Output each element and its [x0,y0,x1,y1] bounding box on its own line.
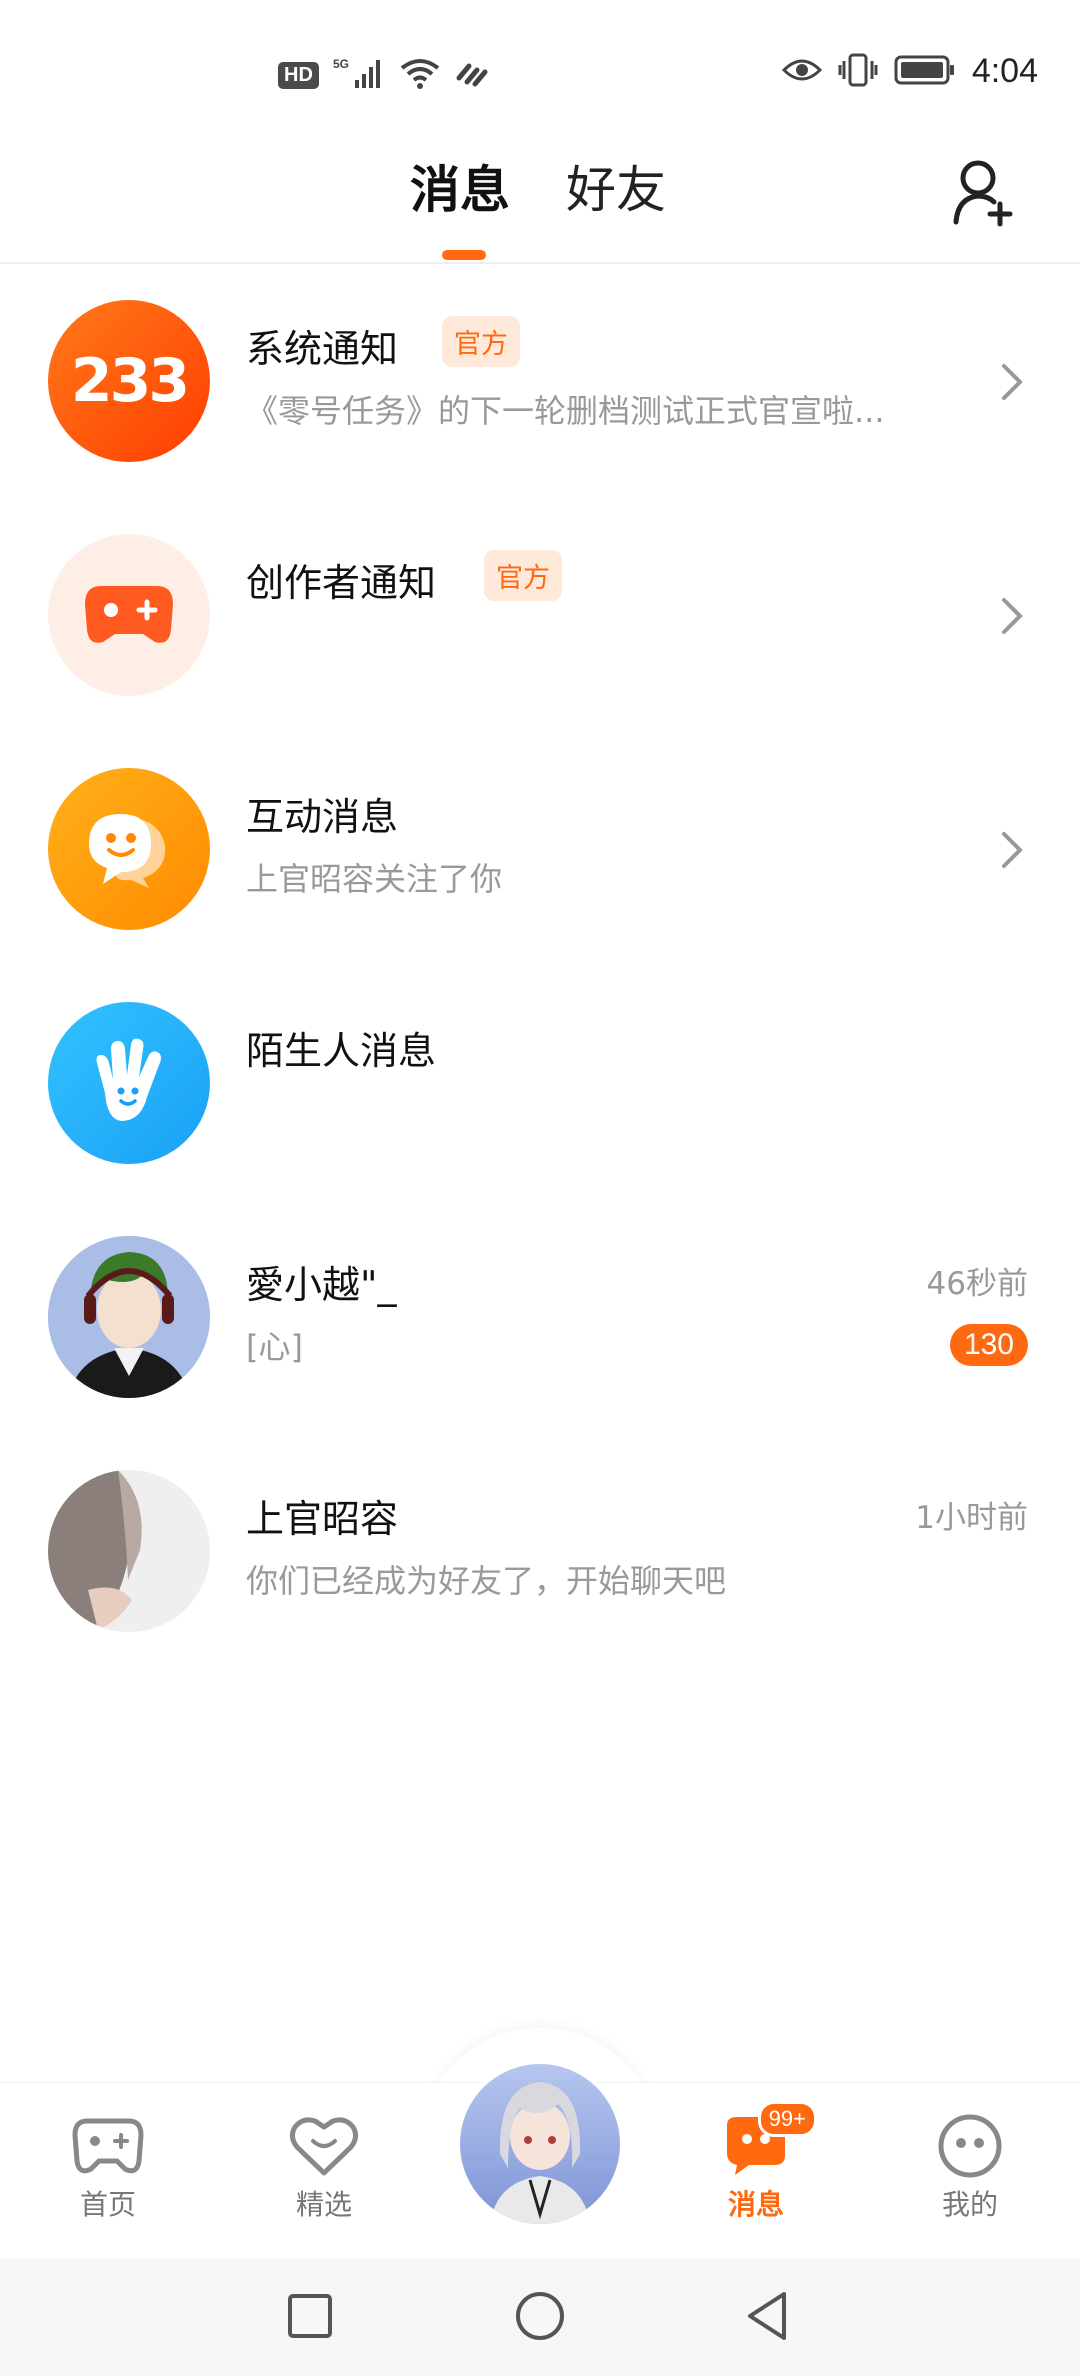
tab-messages[interactable]: 消息 [410,150,510,222]
conversation-title: 系统通知 [246,327,399,371]
chevron-right-icon [998,830,1026,870]
conversation-preview: 你们已经成为好友了，开始聊天吧 [246,1562,727,1600]
status-left: HD 5G [278,56,489,94]
conversation-preview: [心] [246,1328,303,1366]
message-time: 1小时前 [915,1500,1028,1536]
conversation-preview: 《零号任务》的下一轮删档测试正式官宣啦... [246,392,885,430]
system-nav-bar [0,2258,1080,2376]
messages-count-badge: 99+ [757,2101,817,2137]
conversation-title: 互动消息 [246,795,399,839]
conversation-interactions[interactable]: 互动消息 上官昭容关注了你 [0,734,1080,968]
recent-apps-icon[interactable] [280,2286,340,2346]
nav-label: 首页 [79,2188,136,2221]
conversation-user-1[interactable]: 愛小越"_ [心] 46秒前 130 [0,1202,1080,1436]
tab-friends[interactable]: 好友 [566,150,666,222]
eye-icon [781,56,822,88]
nav-featured[interactable]: 精选 [254,2113,394,2223]
unread-count-badge: 130 [949,1324,1028,1366]
official-badge: 官方 [484,550,562,601]
nav-home[interactable]: 首页 [38,2113,178,2223]
header: 消息 好友 [0,140,1080,264]
gamepad-icon [85,586,173,643]
signal-icon: 5G [333,56,385,94]
home-icon[interactable] [510,2286,570,2346]
status-right: 4:04 [781,52,1038,91]
conversation-creator-notice[interactable]: 创作者通知 官方 [0,500,1080,734]
status-bar: HD 5G 4:04 [0,0,1080,140]
back-icon[interactable] [738,2286,798,2346]
battery-icon [894,55,956,89]
conversation-user-2[interactable]: 上官昭容 你们已经成为好友了，开始聊天吧 1小时前 [0,1436,1080,1670]
conversation-title: 上官昭容 [246,1497,399,1541]
nav-label: 精选 [295,2188,352,2221]
conversation-preview: 上官昭容关注了你 [246,860,503,898]
nav-label: 消息 [727,2188,784,2221]
clock: 4:04 [971,52,1038,90]
link-icon [455,58,489,92]
chevron-right-icon [998,596,1026,636]
heart-chat-icon [287,2113,361,2179]
add-friend-icon[interactable] [952,158,1014,228]
avatar-strangers [48,1002,210,1164]
official-badge: 官方 [442,316,520,367]
active-tab-indicator [442,250,486,260]
avatar-creator [48,534,210,696]
conversation-strangers[interactable]: 陌生人消息 [0,968,1080,1202]
chat-bubble-icon [89,814,166,888]
chevron-right-icon [998,362,1026,402]
conversation-title: 创作者通知 [246,561,437,605]
message-time: 46秒前 [926,1266,1028,1302]
nav-messages[interactable]: 99+ 消息 [686,2101,826,2223]
avatar-user-1 [48,1236,210,1398]
nav-center-avatar[interactable] [456,2060,624,2228]
network-label: 5G [333,57,349,71]
hd-icon: HD [278,61,319,89]
nav-label: 我的 [941,2188,998,2221]
conversation-title: 愛小越"_ [246,1263,397,1307]
avatar-system: 233 [48,300,210,462]
conversation-system-notice[interactable]: 233 系统通知 官方 《零号任务》的下一轮删档测试正式官宣啦... [0,266,1080,500]
conversation-title: 陌生人消息 [246,1029,437,1073]
avatar-interactions [48,768,210,930]
nav-profile[interactable]: 我的 [900,2113,1040,2223]
face-icon [933,2113,1007,2179]
gamepad-icon [71,2113,145,2179]
hand-icon [96,1038,161,1121]
avatar-text-233: 233 [70,346,190,416]
avatar-user-2 [48,1470,210,1632]
message-icon: 99+ [719,2101,817,2179]
wifi-icon [399,56,441,94]
vibrate-icon [838,53,878,91]
